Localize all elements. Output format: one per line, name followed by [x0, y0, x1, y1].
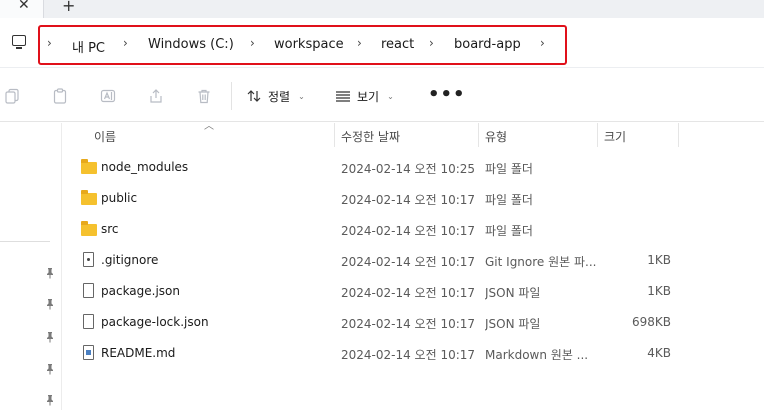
breadcrumb-item-this-pc[interactable]: 내 PC	[72, 37, 105, 56]
chevron-right-icon[interactable]: ›	[123, 36, 128, 50]
address-bar-row: › 내 PC › Windows (C:) › workspace › reac…	[0, 18, 764, 68]
new-tab-icon[interactable]: +	[62, 0, 75, 15]
file-size: 1KB	[647, 253, 671, 267]
file-modified: 2024-02-14 오전 10:17	[341, 317, 476, 331]
view-label: 보기	[357, 89, 380, 104]
column-name-label: 이름	[94, 130, 117, 144]
chevron-right-icon[interactable]: ›	[429, 36, 434, 50]
file-name: package.json	[101, 284, 181, 298]
view-list-icon	[335, 88, 351, 104]
markdown-file-icon	[81, 345, 97, 360]
file-modified: 2024-02-14 오전 10:17	[341, 193, 476, 207]
file-type: Markdown 원본 ...	[485, 348, 589, 362]
column-resizer[interactable]	[678, 123, 679, 147]
share-icon[interactable]	[148, 88, 164, 104]
sort-label: 정렬	[268, 89, 291, 104]
file-type: 파일 폴더	[485, 193, 533, 207]
json-file-icon	[81, 314, 97, 329]
file-row[interactable]: node_modules 2024-02-14 오전 10:25 파일 폴더	[64, 152, 764, 183]
file-modified: 2024-02-14 오전 10:25	[341, 162, 476, 176]
nav-divider	[0, 241, 50, 242]
tab-strip: ✕ +	[0, 0, 764, 18]
view-button[interactable]: 보기 ⌄	[335, 86, 394, 106]
file-size: 698KB	[631, 315, 671, 329]
file-name: src	[101, 222, 119, 236]
command-bar: 정렬 ⌄ 보기 ⌄ •••	[0, 68, 764, 122]
file-name: package-lock.json	[101, 315, 209, 329]
file-name: .gitignore	[101, 253, 159, 267]
column-header-name[interactable]: 이름	[64, 123, 334, 147]
file-modified: 2024-02-14 오전 10:17	[341, 348, 476, 362]
close-icon[interactable]: ✕	[18, 0, 30, 13]
folder-icon	[81, 159, 97, 174]
chevron-right-icon[interactable]: ›	[250, 36, 255, 50]
more-options-button[interactable]: •••	[428, 84, 466, 105]
gitignore-file-icon	[81, 252, 97, 267]
delete-icon[interactable]	[196, 88, 212, 104]
column-header-type[interactable]: 유형	[479, 123, 597, 147]
chevron-right-icon[interactable]: ›	[47, 36, 52, 50]
copy-icon[interactable]	[4, 88, 20, 104]
file-type: JSON 파일	[485, 317, 541, 331]
chevron-right-icon[interactable]: ›	[540, 36, 545, 50]
column-modified-label: 수정한 날짜	[341, 130, 401, 144]
file-row[interactable]: .gitignore 2024-02-14 오전 10:17 Git Ignor…	[64, 245, 764, 276]
column-header-size[interactable]: 크기	[598, 123, 678, 147]
file-modified: 2024-02-14 오전 10:17	[341, 224, 476, 238]
chevron-down-icon: ⌄	[387, 91, 394, 101]
chevron-down-icon: ⌄	[298, 91, 305, 101]
file-row[interactable]: README.md 2024-02-14 오전 10:17 Markdown 원…	[64, 338, 764, 369]
navigation-pane	[0, 123, 62, 410]
file-modified: 2024-02-14 오전 10:17	[341, 286, 476, 300]
breadcrumb-item-drive[interactable]: Windows (C:)	[148, 37, 234, 52]
folder-icon	[81, 190, 97, 205]
toolbar-divider	[231, 82, 232, 110]
file-type: 파일 폴더	[485, 162, 533, 176]
pin-icon[interactable]	[44, 267, 56, 279]
column-size-label: 크기	[604, 130, 627, 144]
pin-icon[interactable]	[44, 331, 56, 343]
file-row[interactable]: package-lock.json 2024-02-14 오전 10:17 JS…	[64, 307, 764, 338]
file-modified: 2024-02-14 오전 10:17	[341, 255, 476, 269]
breadcrumb-item-react[interactable]: react	[381, 37, 414, 52]
breadcrumb[interactable]: › 내 PC › Windows (C:) › workspace › reac…	[38, 25, 567, 65]
file-size: 1KB	[647, 284, 671, 298]
rename-icon[interactable]	[100, 88, 116, 104]
file-name: README.md	[101, 346, 176, 360]
file-type: JSON 파일	[485, 286, 541, 300]
file-row[interactable]: package.json 2024-02-14 오전 10:17 JSON 파일…	[64, 276, 764, 307]
file-row[interactable]: public 2024-02-14 오전 10:17 파일 폴더	[64, 183, 764, 214]
tab-current[interactable]: ✕	[0, 0, 44, 18]
folder-icon	[81, 221, 97, 236]
sort-arrows-icon	[246, 88, 262, 104]
chevron-right-icon[interactable]: ›	[357, 36, 362, 50]
file-type: 파일 폴더	[485, 224, 533, 238]
pin-icon[interactable]	[44, 394, 56, 406]
sort-button[interactable]: 정렬 ⌄	[246, 86, 305, 106]
breadcrumb-item-workspace[interactable]: workspace	[274, 37, 344, 52]
json-file-icon	[81, 283, 97, 298]
file-size: 4KB	[647, 346, 671, 360]
pin-icon[interactable]	[44, 298, 56, 310]
pin-icon[interactable]	[44, 363, 56, 375]
file-name: public	[101, 191, 138, 205]
file-row[interactable]: src 2024-02-14 오전 10:17 파일 폴더	[64, 214, 764, 245]
this-pc-icon[interactable]	[12, 35, 26, 49]
file-name: node_modules	[101, 160, 189, 174]
column-type-label: 유형	[485, 130, 508, 144]
breadcrumb-item-board-app[interactable]: board-app	[454, 37, 521, 52]
paste-icon[interactable]	[52, 88, 68, 104]
file-type: Git Ignore 원본 파...	[485, 255, 597, 269]
column-header-modified[interactable]: 수정한 날짜	[335, 123, 478, 147]
